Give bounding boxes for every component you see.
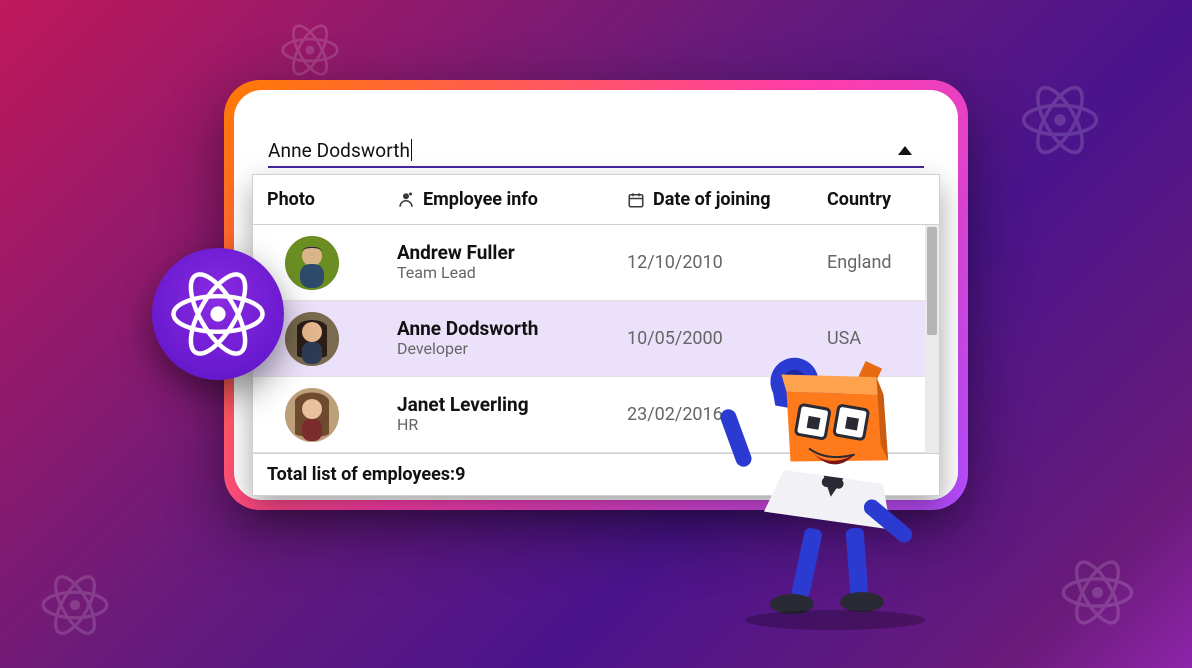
column-photo: Photo [267, 189, 397, 210]
employee-cell: Andrew Fuller Team Lead [397, 242, 627, 282]
date-cell: 23/02/2016 [627, 404, 827, 425]
list-item[interactable]: Anne Dodsworth Developer 10/05/2000 USA [253, 301, 939, 377]
date-cell: 12/10/2010 [627, 252, 827, 273]
column-date-of-joining: Date of joining [627, 189, 827, 210]
react-logo-icon [280, 20, 340, 80]
list-item[interactable]: Andrew Fuller Team Lead 12/10/2010 Engla… [253, 225, 939, 301]
card: Anne Dodsworth Photo Employee info Date … [234, 90, 958, 500]
dropdown-rows: Andrew Fuller Team Lead 12/10/2010 Engla… [253, 225, 939, 453]
country-cell: USA [827, 328, 921, 349]
employee-role: Team Lead [397, 264, 627, 282]
calendar-icon [627, 191, 645, 209]
column-country: Country [827, 189, 921, 210]
employee-search-input[interactable]: Anne Dodsworth [268, 134, 924, 168]
search-text: Anne Dodsworth [268, 139, 410, 162]
text-caret [411, 139, 412, 161]
employee-cell: Janet Leverling HR [397, 394, 627, 434]
dropdown-panel: Photo Employee info Date of joining Coun… [252, 174, 940, 496]
date-cell: 10/05/2000 [627, 328, 827, 349]
employee-name: Anne Dodsworth [397, 318, 627, 340]
employee-cell: Anne Dodsworth Developer [397, 318, 627, 358]
react-logo-badge [152, 248, 284, 380]
person-icon [397, 191, 415, 209]
column-employee-info: Employee info [397, 189, 627, 210]
list-item[interactable]: Janet Leverling HR 23/02/2016 [253, 377, 939, 453]
card-container: Anne Dodsworth Photo Employee info Date … [224, 80, 968, 510]
footer-count: 9 [455, 464, 465, 485]
dropdown-header: Photo Employee info Date of joining Coun… [253, 175, 939, 225]
react-logo-icon [1020, 80, 1100, 160]
avatar [285, 236, 339, 290]
scrollbar[interactable] [925, 225, 939, 453]
react-logo-icon [40, 570, 110, 640]
country-cell: England [827, 252, 921, 273]
avatar [285, 388, 339, 442]
chevron-up-icon[interactable] [898, 146, 912, 155]
dropdown-footer: Total list of employees:9 [253, 453, 939, 495]
footer-label: Total list of employees: [267, 464, 455, 485]
react-logo-icon [169, 265, 267, 363]
employee-role: HR [397, 416, 627, 434]
employee-role: Developer [397, 340, 627, 358]
employee-name: Andrew Fuller [397, 242, 627, 264]
react-logo-icon [1060, 555, 1135, 630]
employee-name: Janet Leverling [397, 394, 627, 416]
scrollbar-thumb[interactable] [927, 227, 937, 335]
avatar [285, 312, 339, 366]
